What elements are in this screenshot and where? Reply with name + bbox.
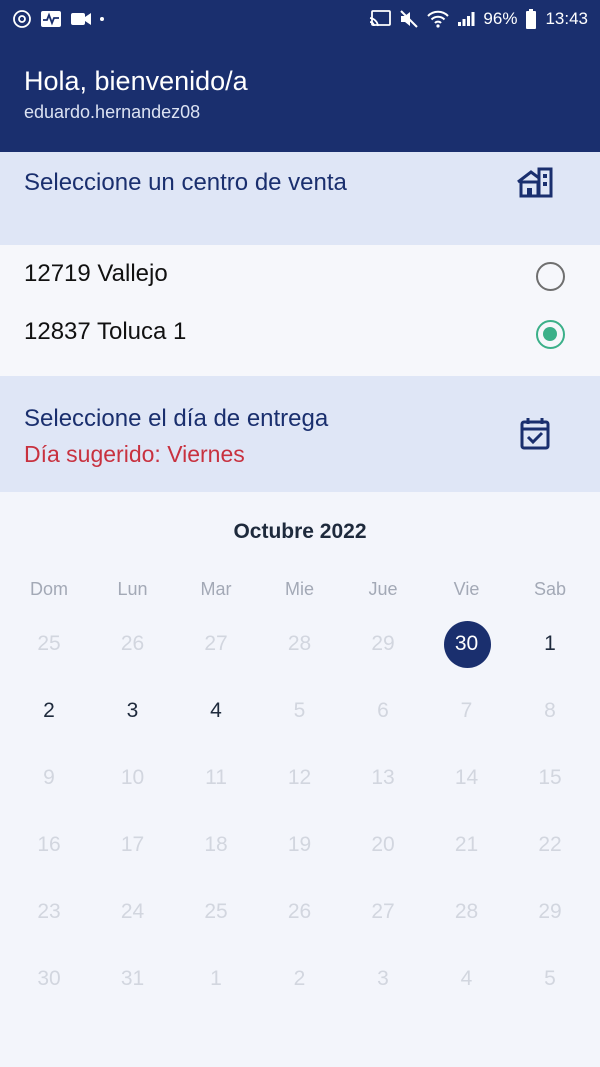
calendar-check-icon (517, 416, 557, 456)
calendar-day: 8 (544, 699, 556, 722)
calendar-day[interactable]: 4 (174, 699, 258, 723)
calendar-day: 5 (544, 967, 556, 990)
clock: 13:43 (545, 9, 588, 28)
calendar-day: 9 (43, 766, 55, 789)
calendar-day: 17 (120, 833, 145, 856)
calendar-day: 26 (120, 632, 145, 655)
calendar-day: 2 (293, 967, 306, 990)
calendar-day: 7 (460, 699, 473, 722)
calendar-month-title: Octubre 2022 (233, 520, 367, 543)
suggested-day-text: Día sugerido: Viernes (24, 441, 245, 467)
status-bar-left (12, 9, 104, 29)
calendar-day: 29 (538, 900, 562, 923)
video-icon (70, 11, 92, 27)
username: eduardo.hernandez08 (24, 102, 201, 122)
calendar-day: 31 (120, 967, 145, 990)
calendar-day: 16 (37, 833, 61, 856)
calendar-day: 24 (120, 900, 145, 923)
calendar-day: 11 (205, 766, 227, 789)
weekday-label: Sab (533, 579, 567, 599)
weekday-label: Jue (368, 579, 398, 599)
store-section-title: Seleccione un centro de venta (24, 169, 347, 196)
calendar-day: 27 (371, 900, 395, 923)
weekday-label: Mar (200, 579, 232, 599)
calendar-day: 19 (287, 833, 312, 856)
calendar-day[interactable]: 2 (7, 699, 91, 723)
calendar-day: 27 (204, 632, 228, 655)
calendar-day: 21 (454, 833, 479, 856)
calendar-day: 22 (538, 833, 562, 856)
battery-percent: 96% (483, 9, 518, 28)
store-list: 12719 Vallejo 12837 Toluca 1 (0, 245, 600, 376)
calendar: Octubre 2022 Dom Lun Mar Mie Jue Vie Sab 25 26 2… (0, 492, 600, 1067)
calendar-day: 20 (371, 833, 395, 856)
calendar-day: 29 (371, 632, 395, 655)
radio-button[interactable] (536, 262, 565, 291)
delivery-section-header: Seleccione el día de entrega Día sugerid… (0, 376, 600, 492)
delivery-section-title: Seleccione el día de entrega (24, 405, 329, 432)
calendar-day: 3 (377, 967, 389, 990)
calendar-day: 25 (37, 632, 61, 655)
store-option-label: 12837 Toluca 1 (24, 318, 187, 345)
calendar-day: 13 (371, 766, 395, 789)
calendar-day: 28 (454, 900, 479, 923)
signal-icon (457, 11, 475, 27)
chromecast-icon (12, 9, 32, 29)
battery-icon (525, 9, 537, 29)
activity-icon (40, 10, 62, 28)
calendar-day: 12 (287, 766, 312, 789)
app-header: Hola, bienvenido/a eduardo.hernandez08 (0, 38, 600, 152)
calendar-day[interactable]: 3 (91, 699, 175, 723)
calendar-day: 30 (37, 967, 61, 990)
calendar-day[interactable]: 1 (508, 632, 592, 656)
status-bar-right: 96% 13:43 (369, 9, 588, 29)
status-bar: 96% 13:43 (0, 0, 600, 38)
store-option-label: 12719 Vallejo (24, 260, 168, 287)
cast-icon (369, 10, 392, 28)
calendar-day-selected[interactable]: 30 (425, 621, 509, 668)
wifi-icon (427, 10, 450, 28)
weekday-label: Dom (29, 579, 68, 599)
calendar-day: 5 (293, 699, 306, 722)
weekday-label: Lun (117, 579, 148, 599)
calendar-day: 15 (538, 766, 562, 789)
calendar-day: 18 (204, 833, 228, 856)
calendar-day: 4 (460, 967, 473, 990)
calendar-day: 1 (210, 967, 222, 990)
store-icon (515, 164, 555, 204)
calendar-day: 14 (454, 766, 479, 789)
mute-icon (399, 9, 419, 29)
store-option-vallejo[interactable]: 12719 Vallejo (0, 248, 600, 304)
calendar-day: 23 (37, 900, 61, 923)
store-option-toluca[interactable]: 12837 Toluca 1 (0, 306, 600, 362)
radio-button-selected[interactable] (536, 320, 565, 349)
weekday-label: Vie (453, 579, 480, 599)
calendar-day: 6 (377, 699, 389, 722)
dot-icon (100, 17, 104, 21)
store-section-header: Seleccione un centro de venta (0, 152, 600, 245)
calendar-day: 26 (287, 900, 312, 923)
weekday-label: Mie (284, 579, 314, 599)
calendar-day: 28 (287, 632, 312, 655)
greeting-title: Hola, bienvenido/a (24, 66, 248, 96)
calendar-day: 10 (120, 766, 145, 789)
calendar-day: 25 (204, 900, 228, 923)
